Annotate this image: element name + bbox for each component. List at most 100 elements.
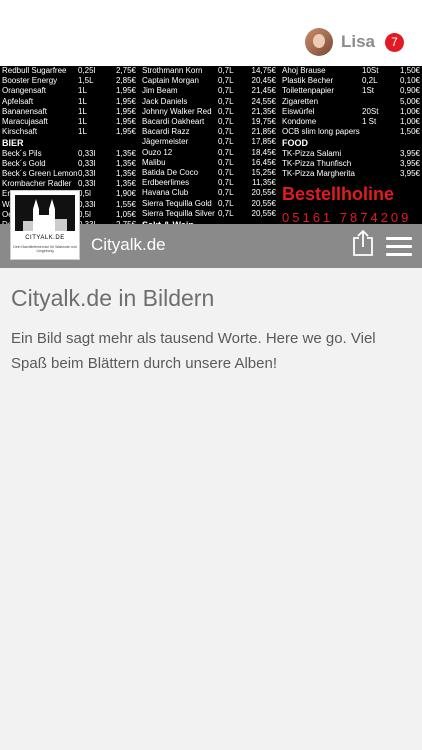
- item-price: 1,35€: [115, 148, 136, 158]
- item-price: 1,50€: [399, 66, 420, 75]
- item-price: 20,55€: [251, 198, 276, 208]
- item-size: 0,7L: [218, 208, 234, 218]
- item-price: 3,95€: [399, 169, 420, 179]
- item-price: 1,95€: [115, 117, 136, 127]
- item-size: 0,33l: [78, 179, 96, 189]
- item-size: 0,7L: [218, 66, 234, 75]
- item-price: 1,00€: [399, 117, 420, 127]
- item-price: 20,55€: [251, 188, 276, 198]
- item-price: 1,35€: [115, 158, 136, 168]
- item-price: 1,55€: [115, 199, 136, 209]
- item-name: TK-Pizza Margherita: [282, 169, 355, 179]
- top-bar: Lisa 7: [0, 0, 422, 66]
- item-price: 1,95€: [115, 106, 136, 116]
- price-list-item: Beck´s Green Lemon 0,33l 1,35€: [2, 169, 136, 179]
- price-list-item: Sierra Tequilla Silver 0,7L 20,55€: [142, 209, 276, 219]
- item-name: Redbull Sugarfree: [2, 66, 67, 75]
- item-size: 1 St: [362, 117, 377, 127]
- item-size: 1L: [78, 106, 87, 116]
- item-price: 1,90€: [115, 189, 136, 199]
- item-size: 1L: [78, 86, 87, 96]
- logo-title: CITYALK.DE: [25, 235, 65, 241]
- item-price: 2,85€: [115, 76, 136, 86]
- item-name: Ahoj Brause: [282, 66, 326, 75]
- item-name: Apfelsaft: [2, 96, 34, 106]
- item-price: 21,35€: [251, 106, 276, 116]
- item-price: 14,75€: [251, 66, 276, 75]
- price-list-item: Beck´s Pils 0,33l 1,35€: [2, 149, 136, 159]
- item-price: 21,45€: [251, 86, 276, 96]
- item-name: TK-Pizza Salami: [282, 148, 342, 158]
- user-profile[interactable]: Lisa 7: [304, 28, 404, 56]
- item-name: Toilettenpapier: [282, 86, 335, 96]
- item-name: Sierra Tequilla Silver: [142, 208, 215, 218]
- item-name: Captain Morgan: [142, 76, 199, 86]
- item-name: Plastik Becher: [282, 76, 334, 86]
- share-icon[interactable]: [352, 229, 374, 256]
- item-name: Jack Daniels: [142, 96, 188, 106]
- item-size: 0,2L: [362, 76, 378, 86]
- price-list-item: Jack Daniels 0,7L 24,55€: [142, 97, 276, 107]
- item-price: 1,05€: [115, 209, 136, 219]
- item-price: 1,00€: [399, 106, 420, 116]
- hotline-number: 05161 7874209: [282, 210, 412, 224]
- item-size: [362, 97, 390, 107]
- item-name: Malibu: [142, 157, 166, 167]
- item-name: Booster Energy: [2, 76, 58, 86]
- item-price: 0,90€: [399, 86, 420, 96]
- item-size: 1,5L: [78, 76, 94, 86]
- item-name: Beck´s Green Lemon: [2, 169, 78, 179]
- item-size: 0,33l: [78, 158, 96, 168]
- item-name: TK-Pizza Thunfisch: [282, 158, 352, 168]
- item-price: 18,45€: [251, 147, 276, 157]
- item-size: 0,7L: [218, 76, 234, 86]
- item-price: 20,45€: [251, 76, 276, 86]
- item-name: Bacardi Razz: [142, 127, 190, 137]
- hamburger-menu-icon[interactable]: [386, 237, 412, 257]
- item-price: 1,50€: [399, 127, 420, 137]
- item-name: Strothmann Korn: [142, 66, 203, 75]
- page-title: Cityalk.de in Bildern: [11, 285, 215, 311]
- item-name: Beck´s Pils: [2, 148, 42, 158]
- item-size: 0,7L: [218, 198, 234, 208]
- item-name: Bacardi Oakheart: [142, 117, 205, 127]
- price-list-item: Strothmann Korn 0,7L 14,75€: [142, 66, 276, 76]
- item-size: 20St: [362, 106, 379, 116]
- item-size: 0,5l: [78, 189, 91, 199]
- item-size: 0,7L: [218, 178, 234, 188]
- item-price: 19,75€: [251, 117, 276, 127]
- price-list-section-heading: FOOD: [282, 138, 308, 149]
- item-size: [362, 127, 390, 137]
- item-name: Krombacher Radler: [2, 179, 72, 189]
- price-list-item: Redbull Sugarfree 0,25l 2,75€: [2, 66, 136, 76]
- item-price: 1,95€: [115, 127, 136, 137]
- item-name: Bananensaft: [2, 106, 47, 116]
- item-name: Jägermeister: [142, 137, 189, 147]
- item-price: 21,85€: [251, 127, 276, 137]
- price-list-item: Maracujasaft 1L 1,95€: [2, 117, 136, 127]
- item-price: 16,45€: [251, 157, 276, 167]
- price-list-item: Ouzo 12 0,7L 18,45€: [142, 148, 276, 158]
- hotline-label: Bestellholine: [282, 184, 395, 204]
- item-name: Zigaretten: [282, 96, 319, 106]
- item-price: 20,55€: [251, 208, 276, 218]
- item-size: 1L: [78, 96, 87, 106]
- site-name[interactable]: Cityalk.de: [91, 235, 166, 255]
- user-avatar[interactable]: [304, 28, 333, 56]
- price-list-item: TK-Pizza Thunfisch 3,95€: [282, 159, 420, 169]
- price-list-item: OCB slim long papers 1,50€: [282, 127, 420, 137]
- item-name: Orangensaft: [2, 86, 47, 96]
- main-content: Cityalk.de in Bildern Ein Bild sagt mehr…: [11, 285, 411, 376]
- notification-badge[interactable]: 7: [385, 32, 404, 52]
- item-size: 1L: [78, 127, 87, 137]
- item-size: 0,7L: [218, 127, 234, 137]
- user-name[interactable]: Lisa: [341, 32, 375, 52]
- item-name: OCB slim long papers: [282, 127, 360, 137]
- site-logo[interactable]: CITYALK.DE Dein Nachtlieferservice für W…: [10, 190, 80, 260]
- item-size: 0,33l: [78, 199, 96, 209]
- item-size: 1L: [78, 117, 87, 127]
- item-price: 15,25€: [251, 168, 276, 178]
- price-list-item: Bananensaft 1L 1,95€: [2, 107, 136, 117]
- item-size: [362, 149, 390, 159]
- item-size: 1St: [362, 86, 375, 96]
